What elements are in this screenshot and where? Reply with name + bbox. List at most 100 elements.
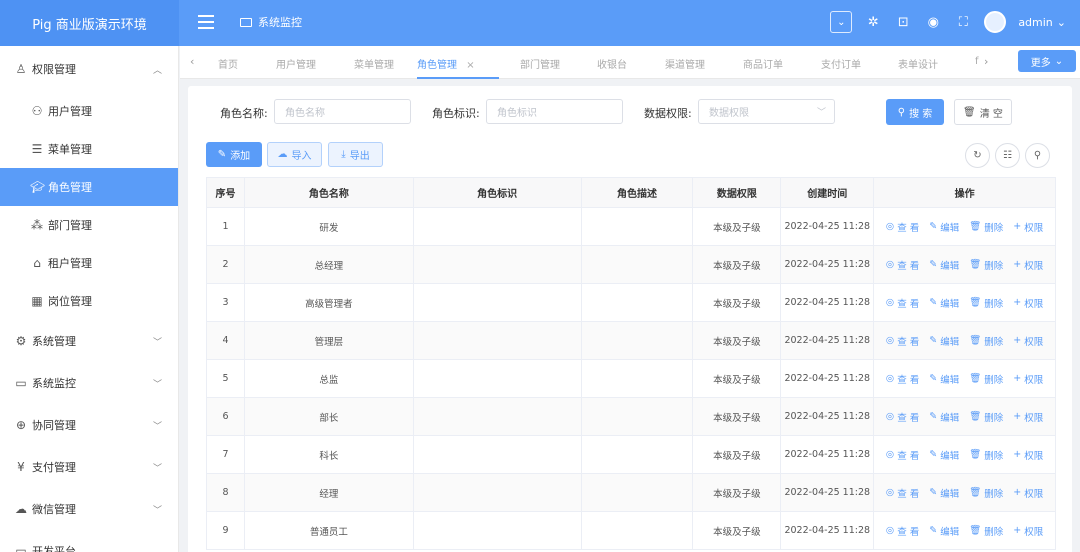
delete-button[interactable]: 🗑︎ 删除 <box>969 372 1003 386</box>
delete-button[interactable]: 🗑︎ 删除 <box>969 486 1003 500</box>
edit-icon: ✎ <box>929 259 938 270</box>
edit-label: 编辑 <box>940 450 960 462</box>
menu-toggle-icon[interactable] <box>198 15 214 29</box>
edit-button[interactable]: ✎ 编辑 <box>929 524 959 538</box>
permission-button[interactable]: + 权限 <box>1013 220 1043 234</box>
sidebar-item-users[interactable]: ⚇ 用户管理 <box>0 92 178 130</box>
search-toggle-icon[interactable]: ⚲ <box>1025 143 1050 168</box>
edit-button[interactable]: ✎ 编辑 <box>929 334 959 348</box>
sidebar-item-tenants[interactable]: ⌂ 租户管理 <box>0 244 178 282</box>
import-button[interactable]: ☁ 导入 <box>267 142 322 167</box>
role-code-input[interactable]: 角色标识 <box>486 99 623 124</box>
delete-button[interactable]: 🗑︎ 删除 <box>969 334 1003 348</box>
sidebar-item-monitor[interactable]: ▭ 系统监控 ﹀ <box>0 362 178 404</box>
delete-button[interactable]: 🗑︎ 删除 <box>969 296 1003 310</box>
users-icon: ⚇ <box>31 104 43 118</box>
permission-button[interactable]: + 权限 <box>1013 258 1043 272</box>
delete-button[interactable]: 🗑︎ 删除 <box>969 410 1003 424</box>
tab-users[interactable]: 用户管理 <box>276 56 316 71</box>
view-button[interactable]: ◎ 查 看 <box>886 372 919 386</box>
edit-button[interactable]: ✎ 编辑 <box>929 448 959 462</box>
tab-payment-orders[interactable]: 支付订单 <box>821 56 861 71</box>
permission-button[interactable]: + 权限 <box>1013 448 1043 462</box>
permission-button[interactable]: + 权限 <box>1013 524 1043 538</box>
permission-button[interactable]: + 权限 <box>1013 410 1043 424</box>
delete-button[interactable]: 🗑︎ 删除 <box>969 220 1003 234</box>
edit-button[interactable]: ✎ 编辑 <box>929 372 959 386</box>
tab-roles[interactable]: 角色管理 × <box>417 56 499 79</box>
chevron-down-icon: ⌄ <box>1056 15 1066 29</box>
tab-menus[interactable]: 菜单管理 <box>354 56 394 71</box>
search-button[interactable]: ⚲ 搜 索 <box>886 99 944 125</box>
edit-icon: ✎ <box>929 449 938 460</box>
dropdown-toggle-button[interactable]: ⌄ <box>830 11 853 33</box>
cell-role-code <box>413 436 582 474</box>
edit-button[interactable]: ✎ 编辑 <box>929 486 959 500</box>
view-button[interactable]: ◎ 查 看 <box>886 486 919 500</box>
eye-icon[interactable]: ◉ <box>924 13 942 31</box>
lock-icon[interactable]: ⊡ <box>894 13 912 31</box>
edit-icon: ✎ <box>929 487 938 498</box>
sidebar-item-positions[interactable]: ▦ 岗位管理 <box>0 282 178 320</box>
export-button[interactable]: ⤓ 导出 <box>328 142 383 167</box>
delete-button[interactable]: 🗑︎ 删除 <box>969 524 1003 538</box>
tab-departments[interactable]: 部门管理 <box>520 56 560 71</box>
view-button[interactable]: ◎ 查 看 <box>886 258 919 272</box>
sidebar-item-system[interactable]: ⚙ 系统管理 ﹀ <box>0 320 178 362</box>
view-button[interactable]: ◎ 查 看 <box>886 334 919 348</box>
view-button[interactable]: ◎ 查 看 <box>886 410 919 424</box>
permission-label: 权限 <box>1024 374 1044 386</box>
avatar[interactable] <box>984 11 1007 33</box>
permission-button[interactable]: + 权限 <box>1013 486 1043 500</box>
sidebar-item-wechat[interactable]: ☁ 微信管理 ﹀ <box>0 488 178 530</box>
delete-button[interactable]: 🗑︎ 删除 <box>969 448 1003 462</box>
tab-cashier[interactable]: 收银台 <box>597 56 627 71</box>
view-button[interactable]: ◎ 查 看 <box>886 220 919 234</box>
view-button[interactable]: ◎ 查 看 <box>886 524 919 538</box>
tab-home[interactable]: 首页 <box>218 56 238 71</box>
delete-button[interactable]: 🗑︎ 删除 <box>969 258 1003 272</box>
org-icon: ⁂ <box>31 218 43 232</box>
more-tabs-button[interactable]: 更多 ⌄ <box>1018 50 1076 72</box>
permission-button[interactable]: + 权限 <box>1013 334 1043 348</box>
edit-button[interactable]: ✎ 编辑 <box>929 296 959 310</box>
permission-button[interactable]: + 权限 <box>1013 296 1043 310</box>
sidebar-item-devplatform[interactable]: ▭ 开发平台 <box>0 530 178 552</box>
close-icon[interactable]: × <box>466 60 474 71</box>
fullscreen-icon[interactable]: ⛶ <box>954 13 972 31</box>
role-name-input[interactable]: 角色名称 <box>274 99 411 124</box>
sidebar-item-permissions[interactable]: ♙ 权限管理 ︿ <box>0 46 178 92</box>
cell-role-name: 总经理 <box>244 246 414 284</box>
clear-button[interactable]: 🗑︎ 清 空 <box>954 99 1012 125</box>
tab-channels[interactable]: 渠道管理 <box>665 56 705 71</box>
columns-icon[interactable]: ☷ <box>995 143 1020 168</box>
scope-select[interactable]: 数据权限 ﹀ <box>698 99 835 124</box>
edit-button[interactable]: ✎ 编辑 <box>929 258 959 272</box>
add-button[interactable]: ✎ 添加 <box>206 142 262 167</box>
cell-role-name: 普通员工 <box>244 512 414 550</box>
edit-button[interactable]: ✎ 编辑 <box>929 410 959 424</box>
sidebar-item-payment[interactable]: ¥ 支付管理 ﹀ <box>0 446 178 488</box>
refresh-icon[interactable]: ↻ <box>965 143 990 168</box>
sidebar-item-collab[interactable]: ⊕ 协同管理 ﹀ <box>0 404 178 446</box>
sidebar-item-roles[interactable]: 🎓︎ 角色管理 <box>0 168 178 206</box>
cell-actions: ◎ 查 看 ✎ 编辑 🗑︎ 删除 + 权限 <box>874 284 1056 322</box>
tab-truncated[interactable]: f <box>975 56 979 67</box>
tab-scroll-right-icon[interactable]: › <box>984 55 988 68</box>
tab-product-orders[interactable]: 商品订单 <box>743 56 783 71</box>
sidebar-item-menus[interactable]: ☰ 菜单管理 <box>0 130 178 168</box>
cell-actions: ◎ 查 看 ✎ 编辑 🗑︎ 删除 + 权限 <box>874 208 1056 246</box>
sidebar-item-departments[interactable]: ⁂ 部门管理 <box>0 206 178 244</box>
tab-scroll-left-icon[interactable]: ‹ <box>190 55 194 68</box>
cell-index: 6 <box>207 398 245 436</box>
permission-button[interactable]: + 权限 <box>1013 372 1043 386</box>
cell-role-code <box>413 398 582 436</box>
cell-data-scope: 本级及子级 <box>693 284 782 322</box>
edit-button[interactable]: ✎ 编辑 <box>929 220 959 234</box>
bug-icon[interactable]: ✲ <box>864 13 882 31</box>
cell-actions: ◎ 查 看 ✎ 编辑 🗑︎ 删除 + 权限 <box>874 474 1056 512</box>
tab-form-design[interactable]: 表单设计 <box>898 56 938 71</box>
view-button[interactable]: ◎ 查 看 <box>886 296 919 310</box>
view-button[interactable]: ◎ 查 看 <box>886 448 919 462</box>
user-menu[interactable]: admin ⌄ <box>1018 16 1066 29</box>
